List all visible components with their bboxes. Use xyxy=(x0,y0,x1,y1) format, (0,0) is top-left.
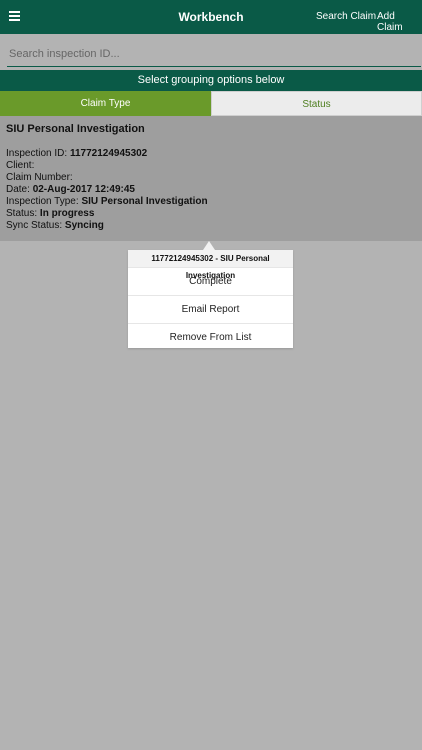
complete-menu-item[interactable]: Complete xyxy=(128,267,293,295)
inspection-card[interactable]: SIU Personal Investigation Inspection ID… xyxy=(0,116,422,241)
status-value: In progress xyxy=(39,208,95,219)
search-bar xyxy=(0,34,422,70)
status-label: Status: xyxy=(6,208,38,219)
client-row: Client: xyxy=(6,160,34,172)
inspection-type-label: Inspection Type: xyxy=(6,196,79,207)
popover-header: 11772124945302 - SIU Personal Investigat… xyxy=(128,250,293,280)
popover-arrow xyxy=(203,241,215,250)
inspection-type-value: SIU Personal Investigation xyxy=(81,196,208,207)
grouping-banner: Select grouping options below xyxy=(0,70,422,91)
search-inspection-input[interactable] xyxy=(7,41,421,67)
tab-status[interactable]: Status xyxy=(211,91,422,116)
sync-status-row: Sync Status: Syncing xyxy=(6,220,104,232)
sync-status-label: Sync Status: xyxy=(6,220,63,231)
inspection-id-value: 11772124945302 xyxy=(69,148,148,159)
tab-claim-type[interactable]: Claim Type xyxy=(0,91,211,116)
date-label: Date: xyxy=(6,184,30,195)
card-title: SIU Personal Investigation xyxy=(6,123,145,135)
client-label: Client: xyxy=(6,160,35,171)
email-report-menu-item[interactable]: Email Report xyxy=(128,295,293,323)
search-claim-button[interactable]: Search Claim xyxy=(316,11,376,22)
sync-status-value: Syncing xyxy=(64,220,104,231)
date-row: Date: 02-Aug-2017 12:49:45 xyxy=(6,184,135,196)
inspection-id-row: Inspection ID: 11772124945302 xyxy=(6,148,147,160)
action-popover: 11772124945302 - SIU Personal Investigat… xyxy=(128,241,293,351)
inspection-id-label: Inspection ID: xyxy=(6,148,68,159)
claim-number-label: Claim Number: xyxy=(6,172,73,183)
top-bar: Workbench Search Claim Add Claim xyxy=(0,0,422,34)
remove-from-list-menu-item[interactable]: Remove From List xyxy=(128,323,293,351)
claim-number-row: Claim Number: xyxy=(6,172,73,184)
date-value: 02-Aug-2017 12:49:45 xyxy=(32,184,135,195)
status-row: Status: In progress xyxy=(6,208,94,220)
add-claim-button[interactable]: Add Claim xyxy=(377,11,422,33)
inspection-type-row: Inspection Type: SIU Personal Investigat… xyxy=(6,196,208,208)
